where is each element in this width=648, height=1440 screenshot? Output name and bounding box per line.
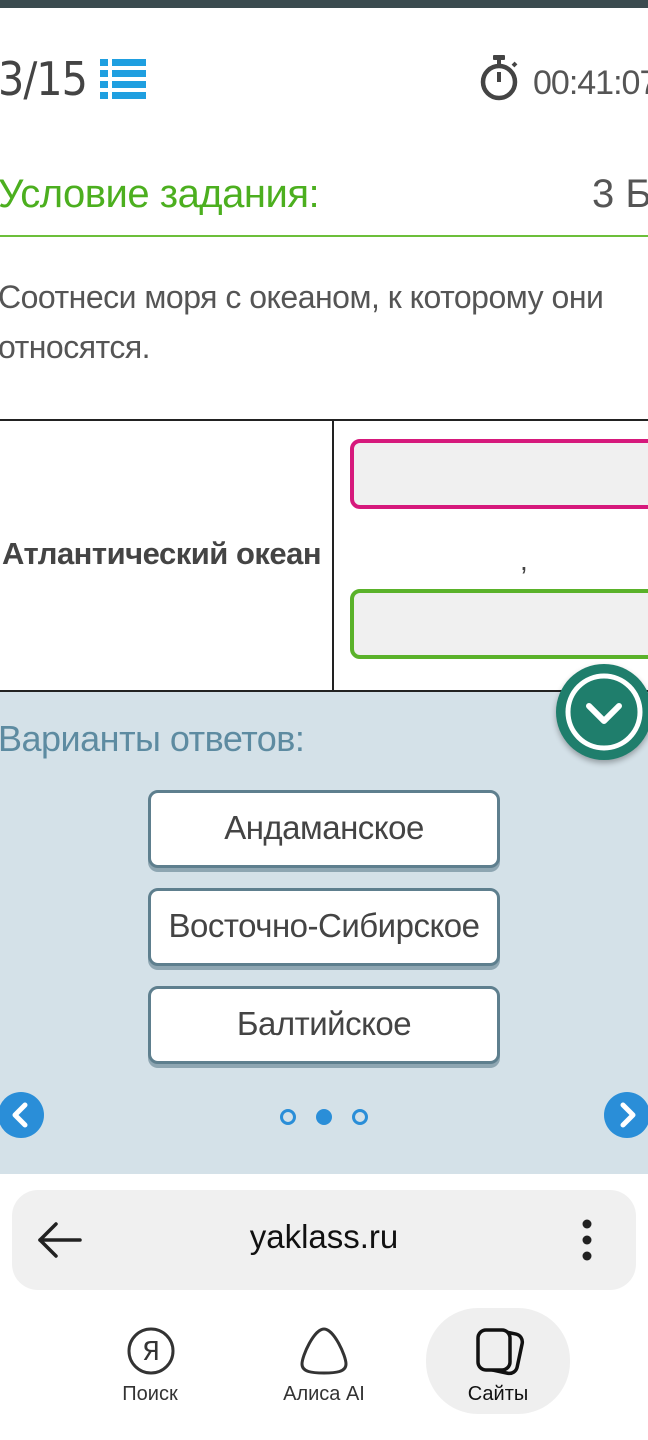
ocean-label: Атлантический океан: [2, 536, 322, 571]
answer-option[interactable]: Андаманское: [148, 790, 500, 868]
url-text[interactable]: yaklass.ru: [0, 1218, 648, 1256]
answer-options-title: Варианты ответов:: [0, 718, 305, 759]
answer-option[interactable]: Восточно-Сибирское: [148, 888, 500, 966]
alice-icon[interactable]: [298, 1326, 350, 1376]
tab-alice-label[interactable]: Алиса AI: [264, 1383, 384, 1406]
pagination-dot[interactable]: [280, 1109, 296, 1125]
svg-text:Я: Я: [142, 1337, 160, 1367]
pagination-dot[interactable]: [352, 1109, 368, 1125]
points-value: 3 Б.: [592, 172, 648, 216]
chevron-right-icon: [620, 1102, 636, 1128]
tab-search-label[interactable]: Поиск: [90, 1383, 210, 1406]
next-page-button[interactable]: [604, 1092, 648, 1138]
task-text: Соотнеси моря с океаном, к которому они …: [0, 279, 604, 365]
condition-title: Условие задания:: [0, 172, 320, 216]
more-menu-icon[interactable]: [580, 1218, 594, 1262]
top-status-strip: [0, 0, 648, 8]
answer-drop-slot-1[interactable]: [350, 439, 648, 509]
chevron-down-icon: [565, 673, 643, 751]
tab-sites-label[interactable]: Сайты: [438, 1383, 558, 1406]
table-column-divider: [332, 419, 334, 691]
answer-option[interactable]: Балтийское: [148, 986, 500, 1064]
question-counter: 3/15: [0, 52, 88, 106]
pagination-dot-active[interactable]: [316, 1109, 332, 1125]
collapse-panel-button[interactable]: [556, 664, 648, 760]
prev-page-button[interactable]: [0, 1092, 44, 1138]
timer-display: 00:41:07: [533, 64, 648, 102]
question-list-icon[interactable]: [100, 57, 148, 101]
chevron-left-icon: [12, 1102, 28, 1128]
condition-divider: [0, 235, 648, 237]
stopwatch-icon: [480, 55, 518, 101]
sites-icon[interactable]: [474, 1326, 526, 1378]
slot-separator: ,: [520, 545, 528, 576]
yandex-search-icon[interactable]: Я: [126, 1326, 176, 1376]
answer-drop-slot-2[interactable]: [350, 589, 648, 659]
